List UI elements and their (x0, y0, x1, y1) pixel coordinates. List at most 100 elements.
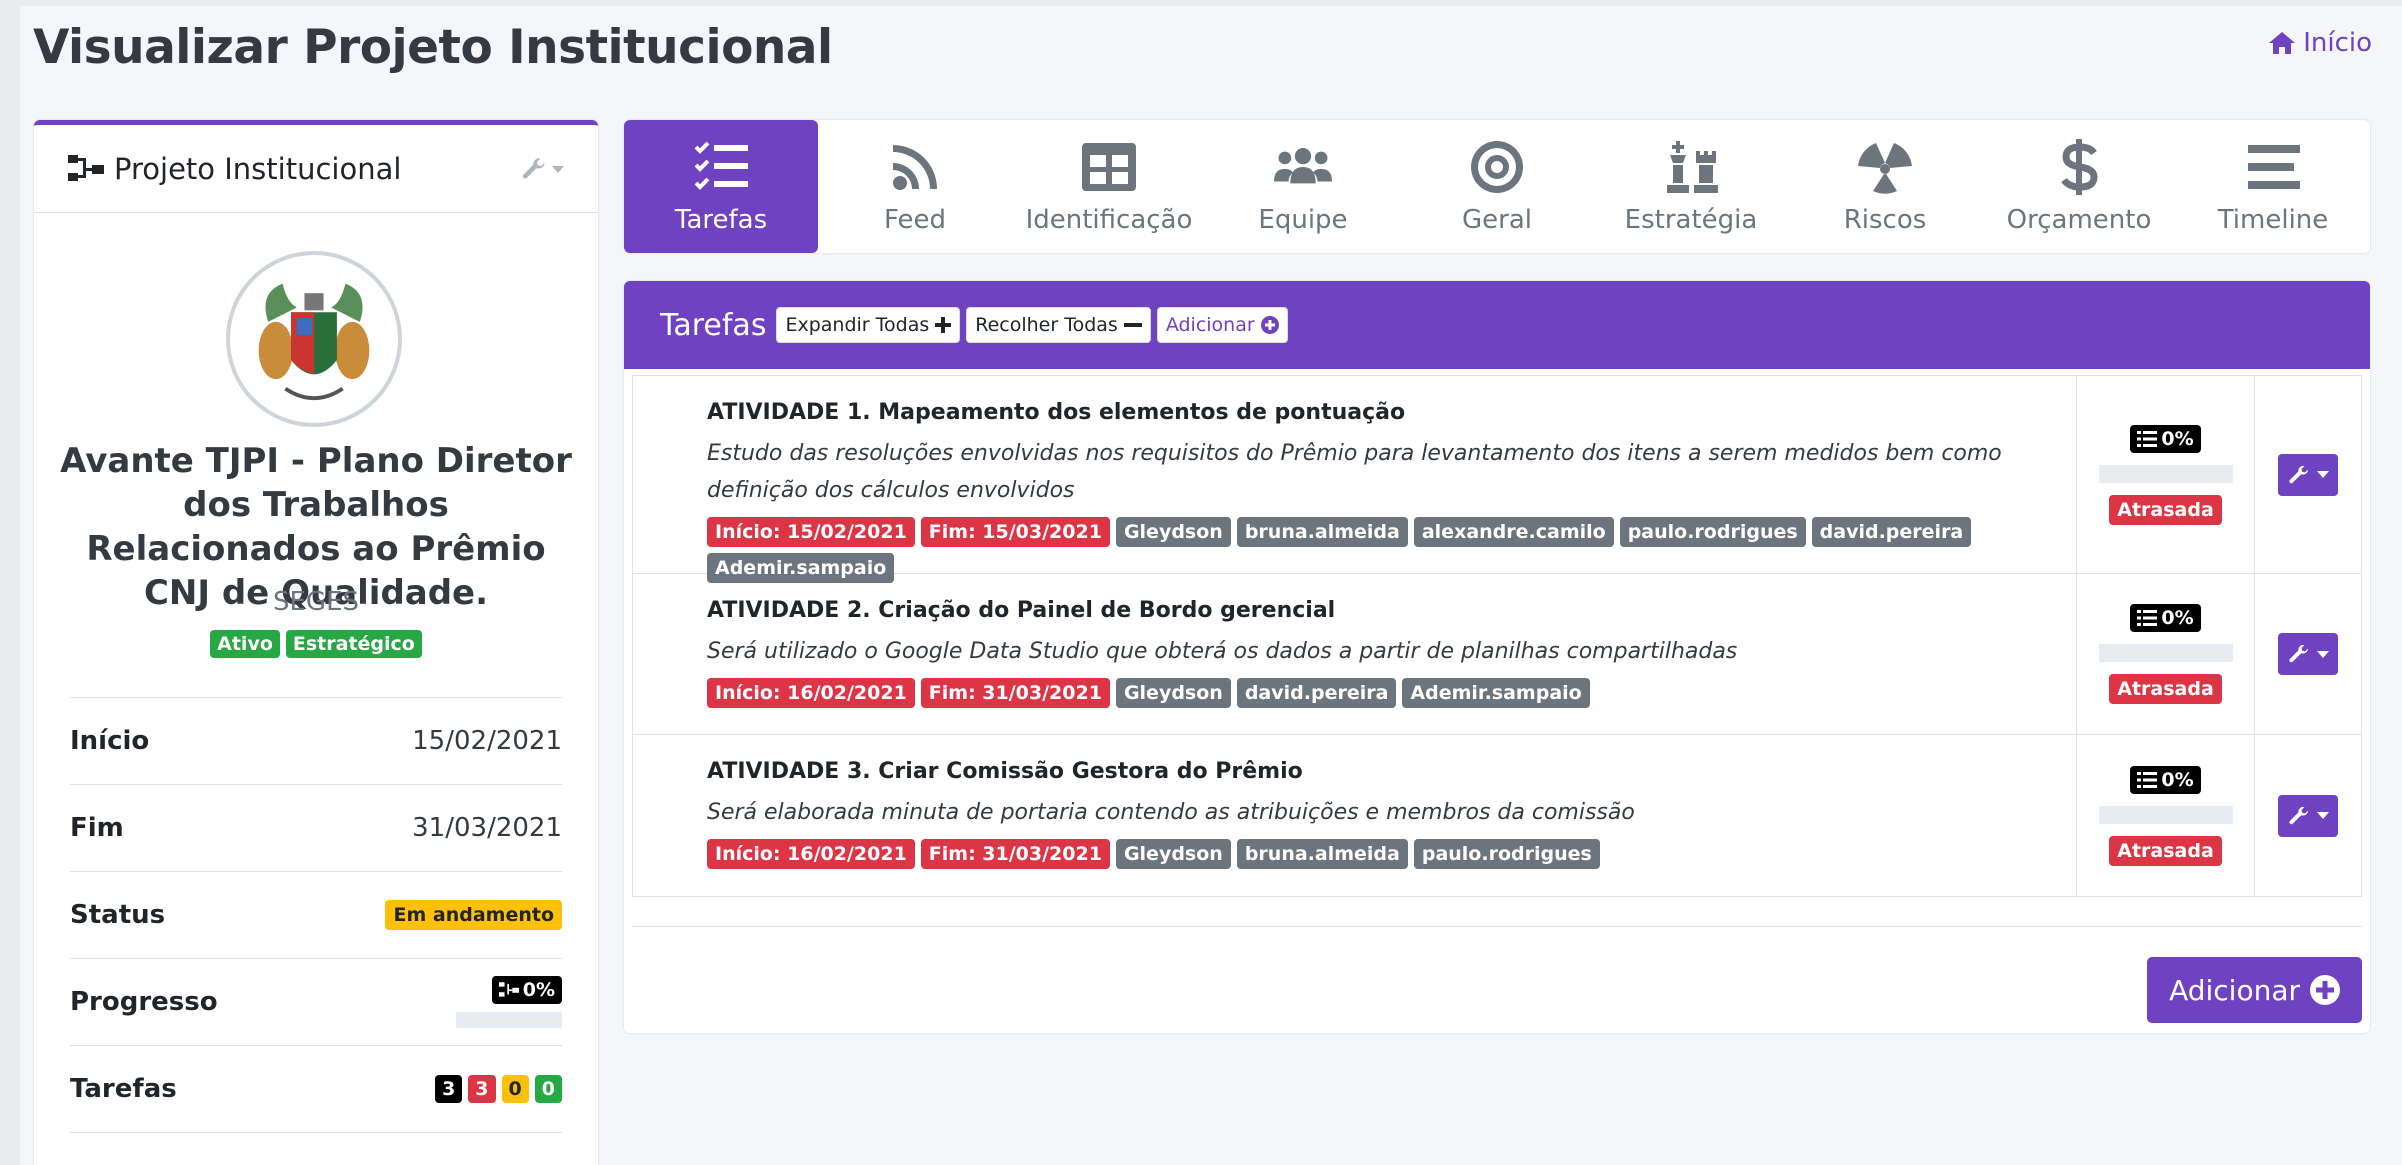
expand-all-button[interactable]: Expandir Todas (776, 307, 961, 343)
info-row-tasks: Tarefas 3 3 0 0 (70, 1045, 562, 1132)
start-date-badge: Início: 16/02/2021 (707, 839, 915, 869)
project-tabs: Tarefas Feed Identificação Equipe Geral … (624, 120, 2370, 253)
project-card: Projeto Institucional Avante TJPI - Plan… (34, 120, 598, 1165)
tab-tarefas[interactable]: Tarefas (624, 120, 818, 253)
tab-geral[interactable]: Geral (1400, 120, 1594, 253)
tasks-header-title: Tarefas (660, 307, 767, 343)
end-date-badge: Fim: 31/03/2021 (920, 678, 1110, 708)
project-info-list: Início 15/02/2021 Fim 31/03/2021 Status … (70, 697, 562, 1133)
chess-icon (1667, 140, 1718, 193)
users-icon (1274, 147, 1332, 183)
task-status-cell: 0% Atrasada (2077, 735, 2255, 896)
person-badge: paulo.rodrigues (1619, 517, 1806, 547)
task-tags: Início: 16/02/2021 Fim: 31/03/2021 Gleyd… (707, 839, 2076, 869)
table-icon (1082, 142, 1136, 191)
task-progress-value: 0% (2161, 427, 2194, 450)
card-header: Projeto Institucional (34, 125, 598, 213)
task-main-cell: ATIVIDADE 1. Mapeamento dos elementos de… (633, 376, 2077, 583)
start-date-badge: Início: 16/02/2021 (707, 678, 915, 708)
page-title: Visualizar Projeto Institucional (33, 20, 833, 75)
task-actions-cell (2255, 376, 2361, 573)
task-title[interactable]: ATIVIDADE 3. Criar Comissão Gestora do P… (707, 759, 2076, 784)
tab-label: Identificação (1025, 204, 1193, 235)
tag-active-badge: Ativo (210, 630, 280, 658)
person-badge: Gleydson (1115, 517, 1231, 547)
department: SEGES (272, 587, 359, 617)
plus-circle-icon (2310, 975, 2340, 1005)
task-status-badge: Atrasada (2109, 494, 2222, 525)
status-badge: Em andamento (385, 900, 562, 930)
sitemap-icon (498, 982, 519, 997)
chevron-down-icon (552, 165, 564, 173)
bars-icon (2248, 144, 2300, 189)
sitemap-icon (68, 154, 104, 181)
tab-feed[interactable]: Feed (818, 120, 1012, 253)
person-badge: bruna.almeida (1236, 517, 1408, 547)
radiation-icon (1858, 142, 1912, 194)
tab-identificacao[interactable]: Identificação (1012, 120, 1206, 253)
task-actions-button[interactable] (2278, 794, 2338, 837)
task-description: Será elaborada minuta de portaria conten… (707, 800, 1635, 825)
count-pending-badge: 0 (501, 1075, 529, 1103)
add-task-button[interactable]: Adicionar (2147, 957, 2362, 1023)
table-row: ATIVIDADE 1. Mapeamento dos elementos de… (633, 376, 2361, 583)
tab-label: Equipe (1258, 204, 1348, 235)
count-late-badge: 3 (468, 1075, 496, 1103)
task-main-cell: ATIVIDADE 2. Criação do Painel de Bordo … (633, 574, 2077, 734)
task-actions-cell (2255, 735, 2361, 896)
person-badge: david.pereira (1811, 517, 1972, 547)
start-label: Início (70, 726, 150, 756)
person-badge: Ademir.sampaio (1402, 678, 1590, 708)
tasks-icon (2137, 610, 2158, 626)
task-actions-button[interactable] (2278, 453, 2338, 496)
task-title[interactable]: ATIVIDADE 2. Criação do Painel de Bordo … (707, 598, 2076, 623)
wrench-icon (2289, 644, 2309, 663)
task-status-badge: Atrasada (2109, 674, 2222, 704)
wrench-icon (2289, 806, 2309, 824)
person-badge: david.pereira (1236, 678, 1397, 708)
add-button-label: Adicionar (2169, 973, 2300, 1007)
breadcrumb-home-link[interactable]: Início (2267, 28, 2372, 58)
task-status-badge: Atrasada (2109, 835, 2222, 866)
card-tools-button[interactable] (520, 155, 564, 183)
tag-strategic-badge: Estratégico (285, 630, 422, 658)
count-total-badge: 3 (435, 1075, 463, 1103)
end-label: Fim (70, 813, 124, 843)
end-value: 31/03/2021 (412, 813, 562, 843)
task-progress-bar (2098, 805, 2233, 824)
start-value: 15/02/2021 (412, 726, 562, 756)
institution-emblem (226, 251, 402, 427)
collapse-all-button[interactable]: Recolher Todas (966, 307, 1151, 343)
task-actions-button[interactable] (2278, 633, 2338, 675)
tab-riscos[interactable]: Riscos (1788, 120, 1982, 253)
wrench-icon (522, 158, 545, 179)
tasks-icon (694, 141, 748, 190)
plus-circle-icon (1260, 316, 1279, 334)
person-badge: alexandre.camilo (1413, 517, 1614, 547)
home-icon (2269, 32, 2296, 54)
info-divider (70, 1132, 562, 1133)
tab-estrategia[interactable]: Estratégia (1594, 120, 1788, 253)
task-progress-value: 0% (2161, 607, 2194, 629)
task-main-cell: ATIVIDADE 3. Criar Comissão Gestora do P… (633, 735, 2077, 896)
progress-value: 0% (522, 979, 555, 1001)
add-task-small-button[interactable]: Adicionar (1156, 307, 1288, 343)
tab-orcamento[interactable]: Orçamento (1982, 120, 2176, 253)
info-row-status: Status Em andamento (70, 871, 562, 958)
info-row-progress: Progresso 0% (70, 958, 562, 1045)
tab-equipe[interactable]: Equipe (1206, 120, 1400, 253)
end-date-badge: Fim: 31/03/2021 (920, 839, 1110, 869)
tasks-label: Tarefas (70, 1074, 177, 1104)
panel-divider (632, 926, 2362, 927)
task-tags: Início: 16/02/2021 Fim: 31/03/2021 Gleyd… (707, 678, 2076, 708)
tab-label: Orçamento (2006, 204, 2152, 235)
dollar-icon (2061, 138, 2098, 195)
task-description: Será utilizado o Google Data Studio que … (707, 639, 1738, 664)
task-title[interactable]: ATIVIDADE 1. Mapeamento dos elementos de… (707, 400, 2076, 425)
task-actions-cell (2255, 574, 2361, 734)
tab-label: Geral (1462, 204, 1532, 235)
tab-timeline[interactable]: Timeline (2176, 120, 2370, 253)
project-tags: Ativo Estratégico (34, 630, 598, 658)
person-badge: paulo.rodrigues (1413, 839, 1600, 869)
wrench-icon (2289, 465, 2309, 483)
